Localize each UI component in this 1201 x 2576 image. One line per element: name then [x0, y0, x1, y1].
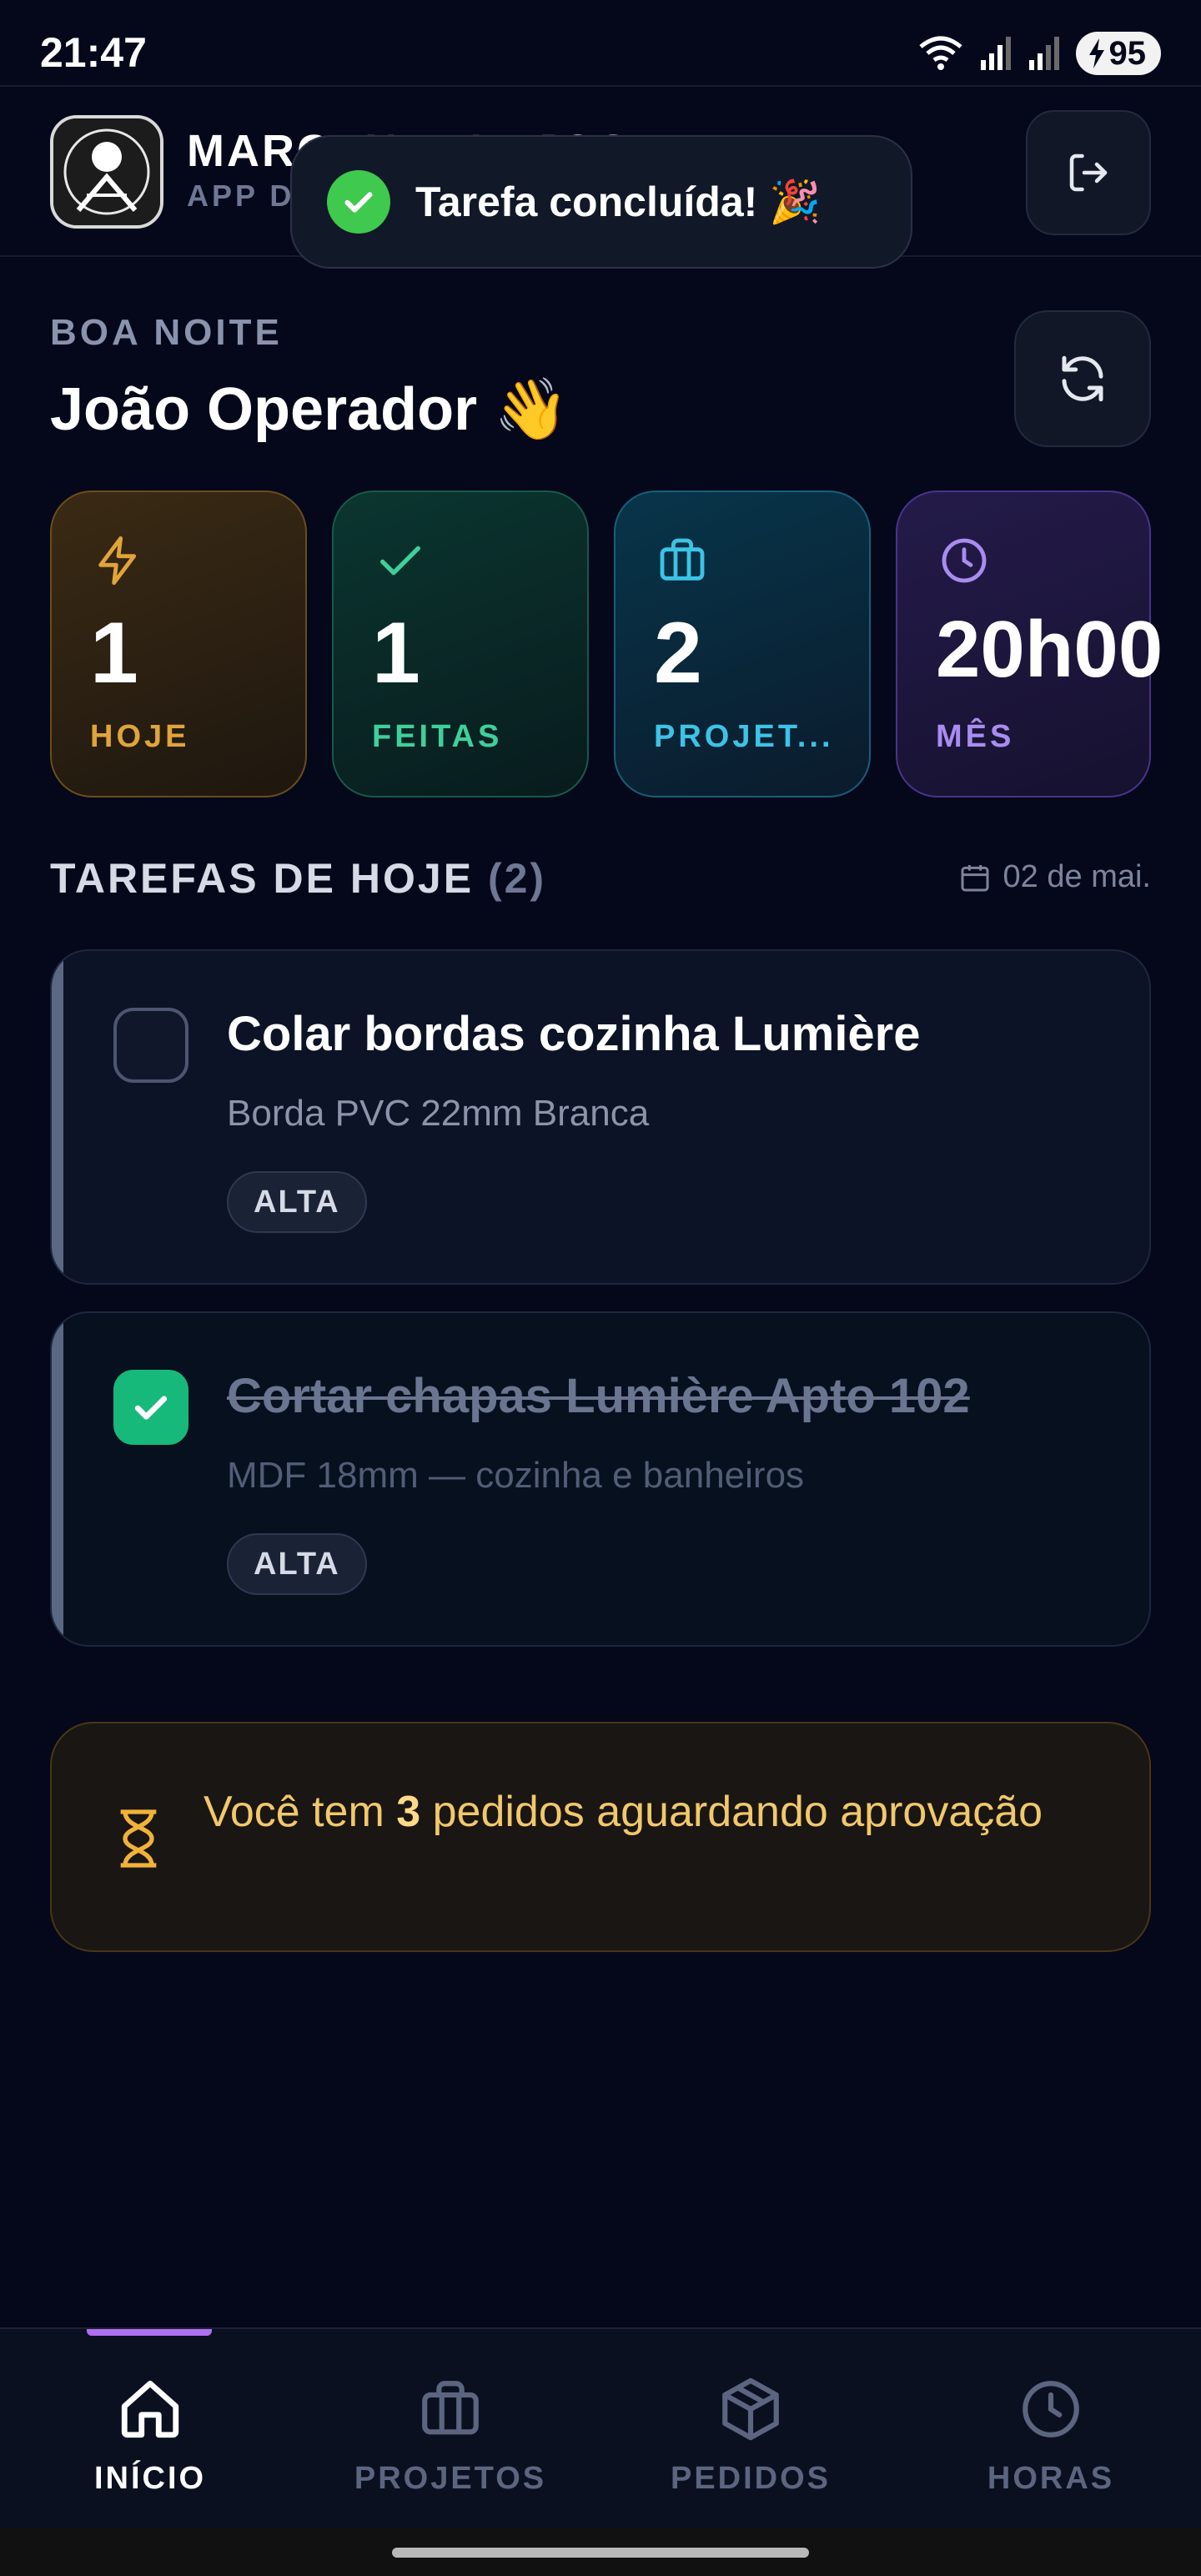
nav-tab-home[interactable]: INÍCIO — [25, 2367, 275, 2497]
task-checkbox-checked[interactable] — [113, 1370, 188, 1445]
wifi-icon — [918, 36, 962, 70]
task-title: Colar bordas cozinha Lumière — [227, 1007, 921, 1061]
task-count: (2) — [487, 855, 547, 902]
nav-label: PEDIDOS — [670, 2461, 832, 2496]
pending-orders-banner[interactable]: Você tem 3 pedidos aguardando aprovação — [50, 1722, 1151, 1952]
task-card[interactable]: Cortar chapas Lumière Apto 102 MDF 18mm … — [50, 1311, 1151, 1647]
check-icon — [380, 546, 420, 576]
refresh-icon — [1062, 355, 1103, 402]
nav-tab-orders[interactable]: PEDIDOS — [626, 2367, 876, 2497]
nav-tab-hours[interactable]: HORAS — [926, 2367, 1176, 2497]
toast-message: Tarefa concluída! 🎉 — [415, 178, 822, 225]
stat-label: MÊS — [936, 719, 1015, 754]
company-subtitle: APP D — [187, 179, 295, 213]
clock-icon — [1023, 2381, 1079, 2438]
lightning-icon — [98, 536, 137, 586]
battery-indicator: 95 — [1075, 32, 1161, 75]
nav-tab-projects[interactable]: PROJETOS — [325, 2367, 575, 2497]
briefcase-icon — [422, 2381, 479, 2435]
nav-label: HORAS — [987, 2461, 1115, 2496]
priority-badge: ALTA — [227, 1533, 367, 1595]
box-icon — [722, 2377, 779, 2441]
priority-badge: ALTA — [227, 1171, 367, 1233]
logout-button[interactable] — [1026, 110, 1151, 235]
company-logo — [50, 115, 163, 229]
task-accent-bar — [52, 1313, 63, 1645]
greeting-label: BOA NOITE — [50, 312, 283, 353]
signal-icon — [980, 37, 1011, 70]
stat-card-projects[interactable]: 2 PROJET... — [614, 491, 871, 797]
section-title-text: TAREFAS DE HOJE — [50, 855, 475, 902]
stat-label: HOJE — [90, 719, 190, 754]
nav-label: INÍCIO — [93, 2461, 207, 2496]
date-text: 02 de mai. — [1003, 859, 1151, 894]
charging-icon — [1088, 38, 1104, 68]
nav-label: PROJETOS — [354, 2461, 547, 2496]
stat-card-today[interactable]: 1 HOJE — [50, 491, 307, 797]
gesture-handle[interactable] — [392, 2548, 809, 2558]
bottom-navigation: INÍCIO PROJETOS PEDIDOS HORAS — [0, 2327, 1201, 2528]
check-circle-icon — [327, 170, 390, 234]
calendar-icon — [961, 864, 989, 891]
task-subtitle: Borda PVC 22mm Branca — [227, 1093, 650, 1134]
briefcase-icon — [660, 538, 705, 581]
active-tab-indicator — [87, 2329, 212, 2336]
task-accent-bar — [52, 951, 63, 1283]
status-icons: 95 — [917, 30, 1161, 77]
task-title: Cortar chapas Lumière Apto 102 — [227, 1369, 970, 1423]
check-icon — [134, 1396, 168, 1420]
user-name: João Operador 👋 — [50, 376, 569, 443]
home-icon — [121, 2380, 179, 2438]
signal-2-icon — [1028, 37, 1059, 70]
section-title: TAREFAS DE HOJE (2) — [50, 854, 546, 903]
stat-value: 20h00 — [936, 605, 1163, 694]
stat-value: 1 — [90, 605, 138, 702]
status-time: 21:47 — [40, 29, 147, 76]
clock-icon — [942, 538, 987, 583]
stat-label: FEITAS — [372, 719, 503, 754]
stat-card-done[interactable]: 1 FEITAS — [332, 491, 589, 797]
stat-card-month-hours[interactable]: 20h00 MÊS — [896, 491, 1163, 797]
task-card[interactable]: Colar bordas cozinha Lumière Borda PVC 2… — [50, 949, 1151, 1285]
battery-level: 95 — [1108, 34, 1147, 72]
refresh-button[interactable] — [1014, 310, 1151, 447]
stat-value: 1 — [372, 605, 420, 702]
hourglass-icon — [120, 1809, 157, 1868]
stat-value: 2 — [654, 605, 702, 702]
pending-count: 3 — [396, 1788, 421, 1836]
task-checkbox[interactable] — [113, 1008, 188, 1083]
status-bar: 21:47 95 — [0, 0, 1201, 83]
success-toast: Tarefa concluída! 🎉 — [290, 135, 912, 269]
pending-orders-text: Você tem 3 pedidos aguardando aprovação — [204, 1788, 1043, 1836]
section-date: 02 de mai. — [958, 859, 1151, 895]
task-subtitle: MDF 18mm — cozinha e banheiros — [227, 1455, 805, 1496]
logout-icon — [1069, 153, 1108, 192]
stat-label: PROJET... — [654, 719, 834, 754]
